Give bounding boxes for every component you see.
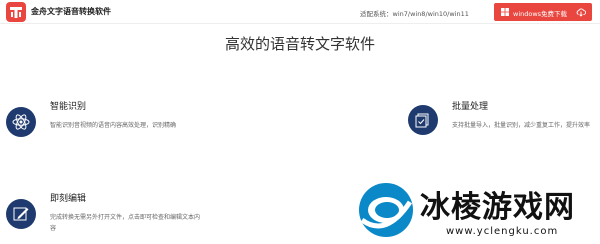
feature-description: 智能识别音视频的语音内容高效处理，识别精确 [50, 122, 177, 129]
edit-icon [6, 199, 36, 229]
watermark-url: www.yclengku.com [446, 226, 559, 237]
cloud-download-icon [576, 8, 586, 17]
page-headline: 高效的语音转文字软件 [224, 35, 375, 53]
watermark: 冰棱游戏网 www.yclengku.com [352, 176, 600, 244]
windows-download-button[interactable]: windows免费下载 [494, 3, 592, 21]
compatibility-text: 适配系统：win7/win8/win10/win11 [360, 10, 469, 18]
feature-title: 即刻编辑 [50, 194, 87, 204]
feature-description: 支持批量导入，批量识别，减少重复工作，提升效率 [452, 122, 591, 129]
atom-icon [6, 107, 36, 137]
checklist-icon [408, 105, 438, 135]
feature-title: 智能识别 [50, 102, 87, 112]
windows-icon [501, 8, 509, 16]
top-bar: 金舟文字语音转换软件 适配系统：win7/win8/win10/win11 wi… [0, 0, 600, 24]
feature-title: 批量处理 [452, 102, 489, 112]
watermark-text: 冰棱游戏网 [420, 190, 575, 225]
feature-description: 完成转换无需另外打开文件，点击即可检查和编辑文本内容 [50, 214, 201, 232]
app-logo-icon [6, 2, 26, 22]
download-button-label: windows免费下载 [513, 10, 568, 18]
app-title: 金舟文字语音转换软件 [31, 7, 111, 16]
watermark-logo-icon [356, 180, 416, 240]
